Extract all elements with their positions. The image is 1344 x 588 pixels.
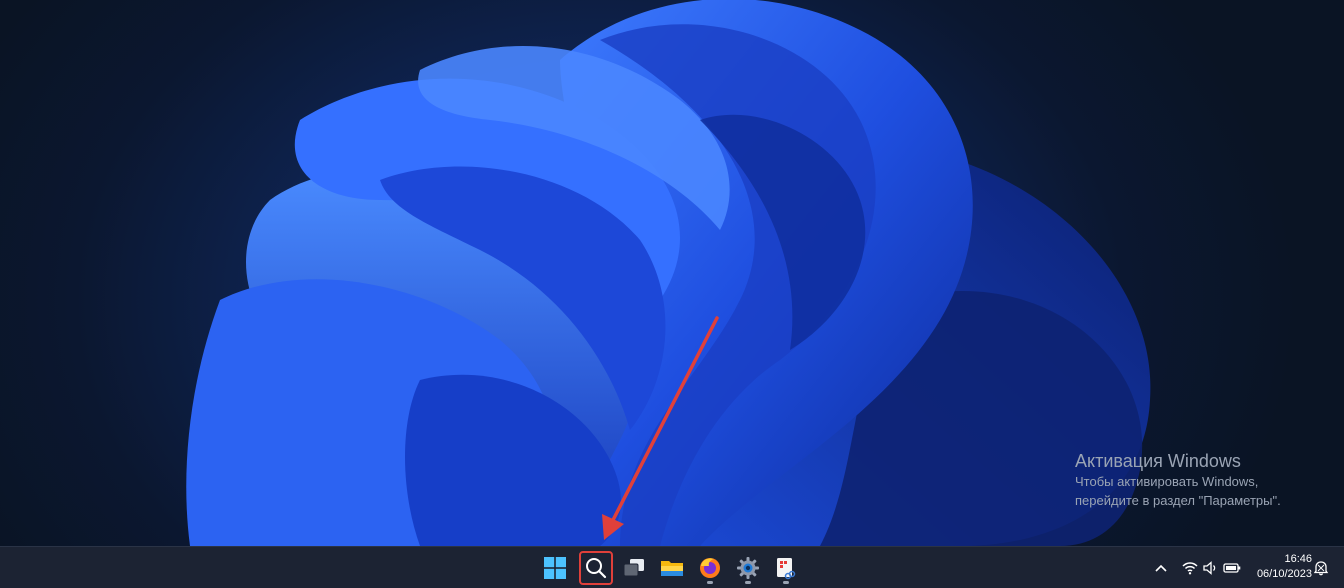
folder-icon bbox=[661, 561, 683, 576]
watermark-title: Активация Windows bbox=[1075, 451, 1241, 471]
task-view-icon bbox=[623, 559, 644, 577]
notifications-button[interactable] bbox=[1309, 547, 1333, 588]
firefox-button[interactable] bbox=[693, 551, 727, 585]
running-indicator bbox=[707, 581, 713, 584]
taskbar: 16:46 06/10/2023 bbox=[0, 546, 1344, 588]
desktop[interactable]: Активация Windows Чтобы активировать Win… bbox=[0, 0, 1344, 546]
search-button[interactable] bbox=[579, 551, 613, 585]
snipping-tool-button[interactable] bbox=[769, 551, 803, 585]
notification-icon bbox=[1313, 560, 1329, 575]
settings-button[interactable] bbox=[731, 551, 765, 585]
quick-settings-button[interactable] bbox=[1178, 547, 1244, 588]
wifi-icon bbox=[1181, 561, 1198, 574]
battery-icon bbox=[1222, 562, 1240, 573]
search-icon bbox=[586, 558, 607, 579]
firefox-icon bbox=[700, 558, 720, 578]
gear-icon bbox=[737, 557, 759, 579]
watermark-line-1: Чтобы активировать Windows, bbox=[1075, 474, 1259, 489]
watermark-line-2: перейдите в раздел "Параметры". bbox=[1075, 493, 1281, 508]
activation-watermark: Активация Windows Чтобы активировать Win… bbox=[1075, 450, 1281, 510]
clock-date: 06/10/2023 bbox=[1256, 568, 1312, 580]
volume-icon bbox=[1202, 560, 1215, 575]
start-button[interactable] bbox=[538, 551, 572, 585]
show-hidden-icons-button[interactable] bbox=[1150, 547, 1172, 588]
windows-logo-icon bbox=[544, 557, 566, 579]
running-indicator bbox=[783, 581, 789, 584]
clock-time: 16:46 bbox=[1284, 553, 1312, 565]
clock[interactable]: 16:46 06/10/2023 bbox=[1257, 552, 1312, 582]
running-indicator bbox=[745, 581, 751, 584]
file-explorer-button[interactable] bbox=[655, 551, 689, 585]
task-view-button[interactable] bbox=[617, 551, 651, 585]
snipping-tool-icon bbox=[777, 558, 796, 580]
chevron-up-icon bbox=[1155, 564, 1167, 572]
